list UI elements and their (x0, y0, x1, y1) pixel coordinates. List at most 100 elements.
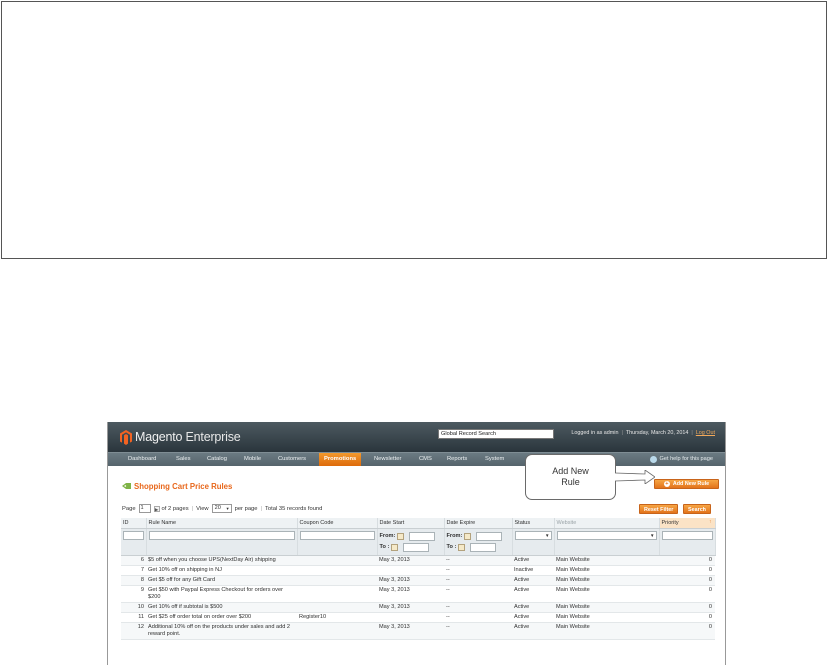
cell-date-start: May 3, 2013 (377, 555, 444, 566)
view-label: View (196, 505, 209, 512)
cell-website: Main Website (554, 575, 659, 586)
nav-sales[interactable]: Sales (171, 453, 196, 466)
nav-promotions[interactable]: Promotions (319, 453, 362, 466)
global-search-input[interactable]: Global Record Search (438, 429, 554, 439)
grid-header-row: ID Rule Name Coupon Code Date Start Date… (121, 518, 716, 529)
cell-id: 12 (121, 622, 146, 640)
cell-coupon (297, 622, 377, 640)
cell-status: Active (512, 612, 554, 623)
calendar-icon[interactable] (464, 532, 472, 540)
nav-system[interactable]: System (480, 453, 509, 466)
table-row[interactable]: 10 Get 10% off if subtotal is $500 May 3… (121, 602, 715, 613)
help-link[interactable]: Get help for this page (649, 453, 713, 466)
cell-website: Main Website (554, 585, 659, 603)
cell-date-expire: -- (444, 575, 512, 586)
table-row[interactable]: 12 Additional 10% off on the products un… (121, 622, 715, 640)
table-row[interactable]: 11 Get $25 off order total on order over… (121, 612, 715, 623)
logo-brand: Magento (135, 430, 183, 444)
nav-mobile[interactable]: Mobile (239, 453, 266, 466)
filter-rule-name-input[interactable] (148, 530, 295, 540)
calendar-icon[interactable] (458, 543, 466, 551)
col-priority[interactable]: Priority ↑ (659, 518, 716, 529)
cell-date-expire: -- (444, 612, 512, 623)
cell-status: Active (512, 575, 554, 586)
table-row[interactable]: 9 Get $50 with Paypal Express Checkout f… (121, 585, 715, 603)
filter-status-select[interactable] (514, 530, 552, 540)
col-date-start[interactable]: Date Start (377, 518, 445, 529)
filter-row: From: To : From: To : (121, 528, 716, 556)
cell-date-start (377, 565, 444, 576)
filter-expire-from-input[interactable] (476, 531, 503, 541)
cell-rule-name: Get 10% off if subtotal is $500 (146, 602, 297, 613)
cell-rule-name: Get $5 off for any Gift Card (146, 575, 297, 586)
cell-id: 7 (121, 565, 146, 576)
magento-admin-screenshot: Magento Enterprise Global Record Search … (107, 422, 726, 665)
add-new-rule-label: Add New Rule (672, 481, 710, 487)
filter-website-select[interactable] (556, 530, 657, 540)
filter-id-input[interactable] (123, 530, 144, 540)
filter-expire-to-input[interactable] (470, 542, 497, 552)
cell-status: Active (512, 585, 554, 603)
col-website[interactable]: Website (554, 518, 660, 529)
cell-date-expire: -- (444, 602, 512, 613)
cell-id: 8 (121, 575, 146, 586)
table-row[interactable]: 7 Get 10% off on shipping in NJ -- Inact… (121, 565, 715, 576)
cell-priority: 0 (659, 555, 715, 566)
cell-priority: 0 (659, 612, 715, 623)
nav-cms[interactable]: CMS (414, 453, 437, 466)
cell-rule-name: Get $25 off order total on order over $2… (146, 612, 297, 623)
cell-website: Main Website (554, 612, 659, 623)
cell-id: 10 (121, 602, 146, 613)
table-row[interactable]: 8 Get $5 off for any Gift Card May 3, 20… (121, 575, 715, 586)
cell-coupon (297, 555, 377, 566)
calendar-icon[interactable] (391, 543, 399, 551)
filter-expire-from-label: From: (446, 532, 463, 539)
page-number-input[interactable]: 1 (138, 504, 151, 513)
filter-priority-input[interactable] (661, 530, 713, 540)
col-priority-label: Priority (661, 519, 679, 526)
blank-frame (1, 1, 827, 259)
logout-link[interactable]: Log Out (696, 430, 715, 436)
sort-arrow-icon: ↑ (709, 519, 712, 525)
filter-coupon-input[interactable] (299, 530, 375, 540)
add-new-rule-button[interactable]: + Add New Rule (654, 479, 719, 489)
main-nav: Dashboard Sales Catalog Mobile Customers… (108, 452, 725, 466)
header-user-info: Logged in as admin | Thursday, March 20, 2… (571, 430, 715, 436)
col-status[interactable]: Status (512, 518, 555, 529)
reset-filter-button[interactable]: Reset Filter (639, 504, 679, 514)
cell-status: Active (512, 555, 554, 566)
logo: Magento Enterprise (120, 428, 241, 446)
nav-newsletter[interactable]: Newsletter (369, 453, 406, 466)
cell-priority: 0 (659, 622, 715, 640)
nav-catalog[interactable]: Catalog (202, 453, 232, 466)
filter-start-to-input[interactable] (403, 542, 430, 552)
cell-coupon (297, 575, 377, 586)
cell-date-start: May 3, 2013 (377, 602, 444, 613)
search-button[interactable]: Search (683, 504, 711, 514)
col-rule-name[interactable]: Rule Name (146, 518, 298, 529)
cell-id: 6 (121, 555, 146, 566)
cell-coupon: Register10 (297, 612, 377, 623)
next-page-icon[interactable]: ▶ (153, 505, 160, 512)
cell-date-start (377, 612, 444, 623)
col-id[interactable]: ID (121, 518, 147, 529)
cell-status: Active (512, 602, 554, 613)
col-coupon-code[interactable]: Coupon Code (297, 518, 378, 529)
rules-grid: ID Rule Name Coupon Code Date Start Date… (121, 518, 716, 640)
nav-customers[interactable]: Customers (273, 453, 311, 466)
nav-dashboard[interactable]: Dashboard (123, 453, 161, 466)
per-page-select[interactable]: 20 (211, 504, 232, 513)
cell-priority: 0 (659, 602, 715, 613)
table-row[interactable]: 6 $5 off when you choose UPS(NextDay Air… (121, 555, 715, 566)
cell-website: Main Website (554, 622, 659, 640)
page-title: Shopping Cart Price Rules (122, 482, 232, 491)
nav-reports[interactable]: Reports (442, 453, 472, 466)
page-title-text: Shopping Cart Price Rules (134, 482, 233, 491)
cell-rule-name: Get $50 with Paypal Express Checkout for… (146, 585, 297, 603)
per-page-label: per page (234, 505, 258, 512)
col-date-expire[interactable]: Date Expire (444, 518, 513, 529)
calendar-icon[interactable] (397, 532, 405, 540)
callout-arrow-icon (615, 470, 655, 484)
cell-website: Main Website (554, 565, 659, 576)
filter-start-from-input[interactable] (409, 531, 436, 541)
